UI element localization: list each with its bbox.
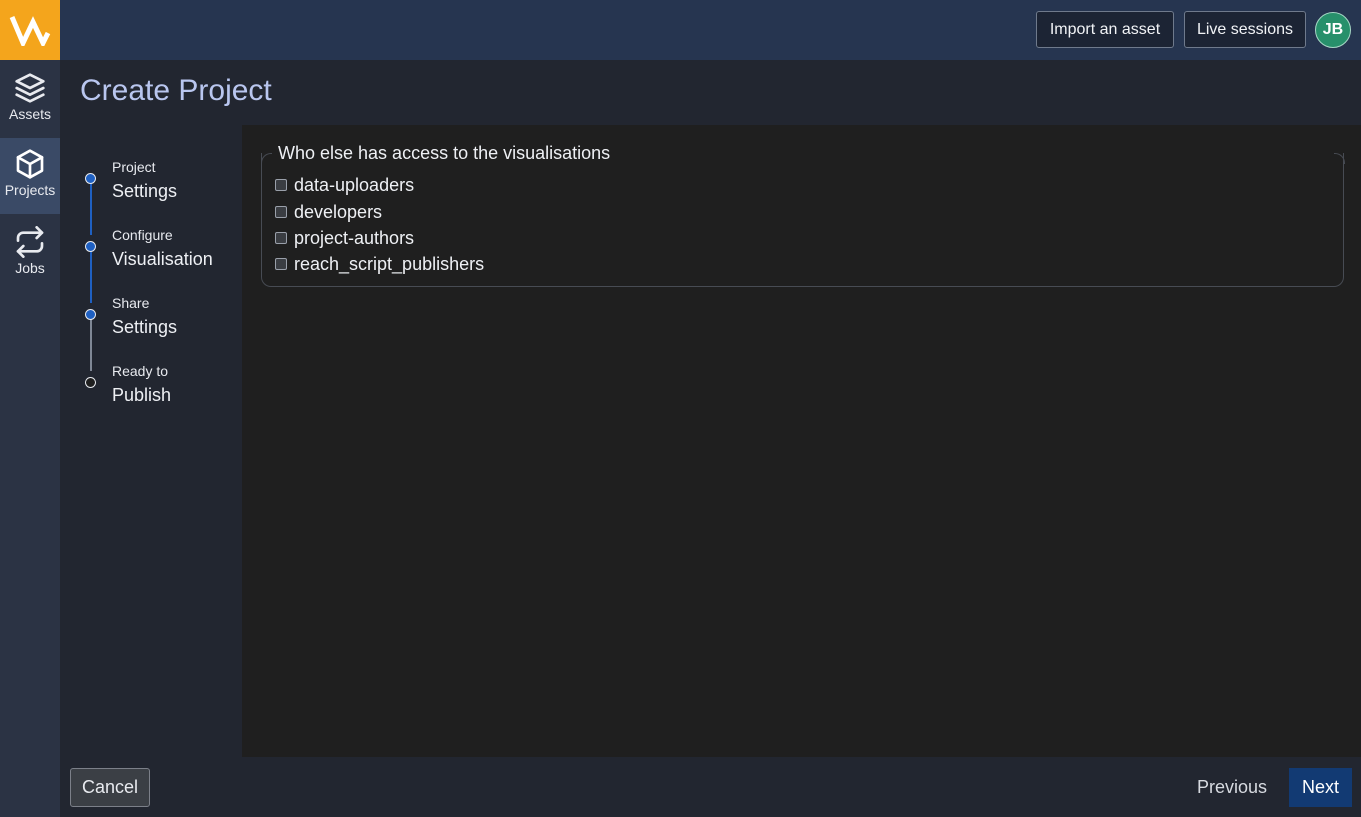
nav-label-jobs: Jobs (15, 260, 45, 276)
checkbox-label: developers (294, 201, 383, 222)
layers-icon (15, 73, 45, 103)
step-project-settings[interactable]: Project Settings (80, 151, 240, 211)
nav-item-projects[interactable]: Projects (0, 138, 60, 214)
step-dot-icon (85, 377, 96, 388)
checkbox[interactable] (275, 206, 287, 218)
step-dot-icon (85, 173, 96, 184)
step-dot-icon (85, 241, 96, 252)
access-option-data-uploaders[interactable]: data-uploaders (275, 173, 414, 197)
nav-label-assets: Assets (8, 106, 51, 122)
import-asset-button[interactable]: Import an asset (1036, 11, 1174, 48)
step-dot-icon (85, 309, 96, 320)
step-share-settings[interactable]: Share Settings (80, 287, 240, 347)
progress-stepper: Project Settings Configure Visualisation… (80, 125, 240, 545)
previous-button[interactable]: Previous (1189, 768, 1275, 807)
step-caption: Ready to (112, 363, 169, 379)
cube-icon (16, 149, 44, 179)
nav-item-assets[interactable]: Assets (0, 62, 60, 138)
access-option-reach-script-publishers[interactable]: reach_script_publishers (275, 252, 484, 276)
cancel-button[interactable]: Cancel (70, 768, 150, 807)
repeat-icon (16, 226, 44, 258)
page-title: Create Project (80, 74, 272, 107)
top-bar: Import an asset Live sessions JB (0, 0, 1361, 60)
step-caption: Project (112, 159, 156, 175)
side-nav: Assets Projects Jobs (0, 60, 60, 817)
logo-icon (9, 16, 51, 46)
checkbox[interactable] (275, 179, 287, 191)
avatar[interactable]: JB (1315, 12, 1351, 48)
step-configure-visualisation[interactable]: Configure Visualisation (80, 219, 240, 279)
checkbox-label: reach_script_publishers (294, 253, 485, 274)
nav-label-projects: Projects (4, 182, 56, 198)
app-logo[interactable] (0, 0, 60, 60)
checkbox-label: project-authors (294, 227, 415, 248)
live-sessions-button[interactable]: Live sessions (1184, 11, 1306, 48)
step-title: Publish (112, 385, 172, 405)
access-option-developers[interactable]: developers (275, 200, 382, 224)
next-button[interactable]: Next (1289, 768, 1352, 807)
step-caption: Share (112, 295, 150, 311)
checkbox[interactable] (275, 258, 287, 270)
nav-item-jobs[interactable]: Jobs (0, 216, 60, 292)
step-title: Visualisation (112, 249, 213, 269)
step-caption: Configure (112, 227, 173, 243)
access-legend: Who else has access to the visualisation… (277, 143, 612, 164)
main-panel: Who else has access to the visualisation… (242, 125, 1361, 757)
step-title: Settings (112, 181, 178, 201)
checkbox-label: data-uploaders (294, 174, 415, 195)
step-ready-to-publish[interactable]: Ready to Publish (80, 355, 240, 415)
step-title: Settings (112, 317, 178, 337)
access-option-project-authors[interactable]: project-authors (275, 226, 414, 250)
checkbox[interactable] (275, 232, 287, 244)
